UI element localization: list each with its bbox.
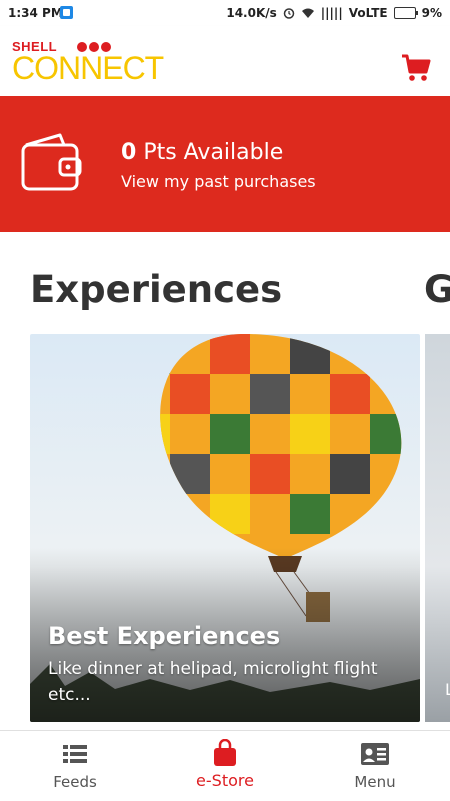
status-bar: 1:34 PM 14.0K/s ||||| VoLTE 9% bbox=[0, 0, 450, 26]
section-title-next-partial: G bbox=[424, 268, 450, 311]
section-title-experiences: Experiences bbox=[30, 268, 283, 311]
profile-card-icon bbox=[361, 743, 389, 765]
view-past-purchases-link[interactable]: View my past purchases bbox=[121, 172, 316, 191]
next-card-partial[interactable]: L bbox=[425, 334, 450, 722]
points-banner[interactable]: 0 Pts Available View my past purchases bbox=[0, 96, 450, 232]
shopping-bag-icon bbox=[214, 739, 236, 766]
nav-feeds[interactable]: Feeds bbox=[0, 731, 150, 801]
nav-menu-label: Menu bbox=[354, 773, 396, 791]
card-title: Best Experiences bbox=[48, 622, 281, 650]
bottom-navigation: Feeds e-Store Menu bbox=[0, 730, 450, 801]
list-icon bbox=[63, 745, 87, 763]
shell-connect-logo[interactable]: SHELL CONNECT bbox=[12, 39, 164, 86]
points-label: Pts Available bbox=[143, 140, 284, 165]
card-subtitle: Like dinner at helipad, microlight fligh… bbox=[48, 659, 378, 705]
logo-main-text: CONNECT bbox=[12, 50, 164, 86]
battery-level: 9% bbox=[421, 6, 442, 20]
experience-card[interactable]: Best Experiences Like dinner at helipad,… bbox=[30, 334, 420, 722]
points-available: 0 Pts Available bbox=[121, 140, 283, 165]
network-type: VoLTE bbox=[348, 6, 388, 20]
wifi-icon bbox=[301, 8, 314, 18]
network-speed: 14.0K/s bbox=[226, 6, 277, 20]
next-card-subtitle: L bbox=[445, 680, 450, 699]
points-value: 0 bbox=[121, 140, 137, 165]
battery-icon bbox=[393, 7, 418, 19]
signal-bars: ||||| bbox=[320, 6, 343, 20]
nav-menu[interactable]: Menu bbox=[300, 731, 450, 801]
notification-icon bbox=[60, 6, 73, 19]
app-bar: SHELL CONNECT bbox=[0, 26, 450, 96]
cart-icon[interactable] bbox=[400, 52, 432, 84]
status-right: 14.0K/s ||||| VoLTE 9% bbox=[226, 6, 442, 20]
nav-estore[interactable]: e-Store bbox=[150, 731, 300, 801]
alarm-icon bbox=[283, 8, 295, 19]
nav-feeds-label: Feeds bbox=[53, 773, 97, 791]
status-time: 1:34 PM bbox=[8, 6, 63, 20]
nav-estore-label: e-Store bbox=[196, 771, 254, 790]
wallet-icon bbox=[21, 133, 82, 191]
